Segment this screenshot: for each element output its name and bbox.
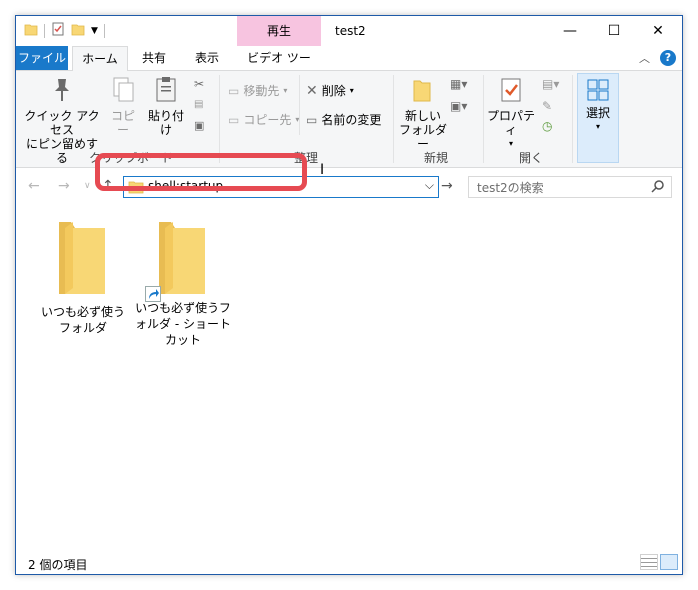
move-to-label: 移動先 xyxy=(243,84,280,98)
divider xyxy=(103,23,105,38)
maximize-button[interactable]: ☐ xyxy=(592,16,636,46)
paste-label: 貼り付け xyxy=(147,109,184,137)
tab-home[interactable]: ホーム xyxy=(72,46,128,72)
recent-chevron-icon[interactable]: ∨ xyxy=(84,181,91,191)
chevron-up-icon[interactable]: ︿ xyxy=(639,50,650,66)
move-to-icon: ▭ xyxy=(228,83,240,98)
chevron-down-icon[interactable]: ⌵ xyxy=(425,178,434,193)
search-icon[interactable] xyxy=(651,179,665,196)
folder-icon xyxy=(28,216,138,304)
chevron-down-icon: ▾ xyxy=(595,122,600,131)
forward-arrow-icon[interactable]: → xyxy=(58,178,70,194)
text-cursor-icon: I xyxy=(320,162,325,178)
divider xyxy=(393,75,394,163)
chevron-down-icon: ▾ xyxy=(349,86,354,95)
folder-name: いつも必ず使うフォルダ xyxy=(40,305,125,335)
ribbon-tabs: ファイル ホーム 共有 表示 ビデオ ツール ︿ ? xyxy=(16,46,682,89)
divider xyxy=(572,75,573,163)
copy-icon xyxy=(106,75,140,109)
status-bar: 2 個の項目 xyxy=(16,552,682,574)
copy-to-icon: ▭ xyxy=(228,112,240,127)
tab-share[interactable]: 共有 xyxy=(132,46,176,70)
divider xyxy=(483,75,484,163)
copy-to-label: コピー先 xyxy=(243,113,292,127)
paste-button[interactable]: 貼り付け xyxy=(144,75,188,137)
qat-dropdown-icon[interactable]: ▼ xyxy=(91,26,98,36)
delete-label: 削除 xyxy=(321,84,346,98)
open-icon[interactable]: ▤▾ xyxy=(542,77,559,91)
divider xyxy=(219,75,220,163)
folder-shortcut-name: いつも必ず使うフォルダ - ショートカット xyxy=(135,301,231,347)
properties-icon xyxy=(486,75,536,109)
select-label: 選択 xyxy=(585,106,610,120)
chevron-down-icon: ▾ xyxy=(283,86,288,95)
search-box[interactable]: test2の検索 xyxy=(468,176,672,198)
close-button[interactable]: ✕ xyxy=(636,16,680,46)
folder-shortcut-item[interactable]: いつも必ず使うフォルダ - ショートカット xyxy=(128,216,238,348)
tab-view[interactable]: 表示 xyxy=(182,46,232,70)
easy-access-icon[interactable]: ▣▾ xyxy=(450,99,467,113)
new-folder-button[interactable]: 新しい フォルダー xyxy=(398,75,448,151)
minimize-button[interactable]: — xyxy=(548,16,592,46)
pin-icon xyxy=(22,75,102,109)
tab-video-tools[interactable]: ビデオ ツール xyxy=(242,46,316,89)
go-arrow-icon[interactable]: → xyxy=(441,178,453,194)
quick-access-toolbar: ▼ xyxy=(24,22,105,39)
search-input[interactable]: test2の検索 xyxy=(477,179,544,196)
move-to-button[interactable]: ▭ 移動先 ▾ xyxy=(228,82,287,99)
new-folder-icon xyxy=(398,75,448,109)
item-count: 2 個の項目 xyxy=(28,558,88,572)
folder-icon xyxy=(24,22,38,39)
group-label-new: 新規 xyxy=(423,151,448,165)
delete-button[interactable]: ✕ 削除 ▾ xyxy=(306,82,354,99)
large-icons-view-icon[interactable] xyxy=(660,554,678,570)
back-arrow-icon[interactable]: ← xyxy=(28,178,40,194)
highlight-annotation xyxy=(95,153,307,191)
select-button[interactable]: 選択 ▾ xyxy=(577,73,619,163)
folder-icon xyxy=(145,216,215,302)
select-icon xyxy=(578,78,618,106)
context-tab-play[interactable]: 再生 xyxy=(237,16,321,46)
copy-label: コピー xyxy=(110,109,135,137)
cut-icon[interactable]: ✂ xyxy=(194,77,204,91)
help-icon[interactable]: ? xyxy=(660,50,676,66)
tab-file[interactable]: ファイル xyxy=(16,46,68,70)
new-folder-label: 新しい フォルダー xyxy=(398,109,447,151)
new-item-icon[interactable]: ▦▾ xyxy=(450,77,467,91)
group-label-open: 開く xyxy=(518,151,543,165)
title-bar: ▼ 再生 test2 — ☐ ✕ xyxy=(16,16,682,46)
explorer-window: ▼ 再生 test2 — ☐ ✕ ファイル ホーム 共有 表示 ビデオ ツール … xyxy=(15,15,683,575)
rename-button[interactable]: ▭ 名前の変更 xyxy=(306,111,381,128)
folder-item[interactable]: いつも必ず使うフォルダ xyxy=(28,216,138,336)
history-icon[interactable]: ◷ xyxy=(542,119,552,133)
details-view-icon[interactable] xyxy=(640,554,658,570)
paste-shortcut-icon[interactable]: ▣ xyxy=(194,119,204,132)
copy-button[interactable]: コピー xyxy=(106,75,140,137)
new-folder-icon[interactable] xyxy=(71,22,85,39)
edit-icon[interactable]: ✎ xyxy=(542,99,552,113)
properties-icon[interactable] xyxy=(51,22,65,39)
divider xyxy=(44,23,45,38)
rename-label: 名前の変更 xyxy=(321,113,382,127)
properties-button[interactable]: プロパティ ▾ xyxy=(486,75,536,151)
properties-label: プロパティ xyxy=(486,109,535,137)
delete-icon: ✕ xyxy=(306,82,318,99)
copy-to-button[interactable]: ▭ コピー先 ▾ xyxy=(228,111,299,128)
copy-path-icon[interactable]: ▤ xyxy=(194,99,203,110)
rename-icon: ▭ xyxy=(306,112,318,127)
shortcut-arrow-icon xyxy=(145,286,161,302)
divider xyxy=(299,75,300,135)
paste-icon xyxy=(144,75,188,109)
window-title: test2 xyxy=(335,24,366,38)
